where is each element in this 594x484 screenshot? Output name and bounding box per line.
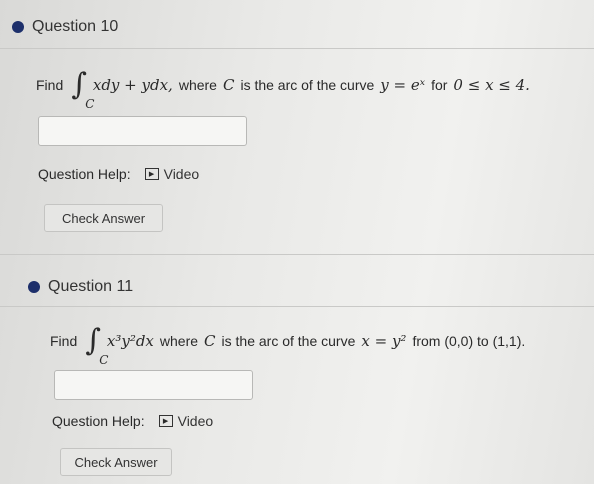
question-help-label: Question Help: <box>52 413 145 429</box>
curve-equation: x = y² <box>361 332 407 350</box>
prompt-text: for <box>431 77 448 93</box>
integral-symbol: ∫ C <box>85 323 109 367</box>
prompt-text: where <box>159 333 199 349</box>
integral-symbol: ∫ C <box>71 67 95 111</box>
curve-variable: C <box>204 332 216 350</box>
question-bullet-icon <box>12 21 24 33</box>
prompt-text: from (0,0) to (1,1). <box>412 333 526 349</box>
question-help: Question Help: ▶ Video <box>38 166 199 182</box>
question-title: Question 11 <box>48 278 134 295</box>
answer-input[interactable] <box>54 370 253 400</box>
integral-subscript: C <box>99 353 109 367</box>
prompt-text: is the arc of the curve <box>221 333 356 349</box>
video-link[interactable]: Video <box>164 166 200 182</box>
parameter-range: 0 ≤ x ≤ 4. <box>453 76 530 94</box>
prompt-text: where <box>178 77 217 93</box>
video-icon[interactable]: ▶ <box>158 415 173 427</box>
divider <box>0 306 594 307</box>
video-icon[interactable]: ▶ <box>144 168 159 180</box>
question-11-prompt: Find ∫ C x³y²dx where C is the arc of the… <box>48 323 527 367</box>
video-link[interactable]: Video <box>178 413 214 429</box>
divider <box>0 48 594 49</box>
question-bullet-icon <box>28 281 40 293</box>
curve-equation: y = eˣ <box>380 76 426 94</box>
check-answer-button[interactable]: Check Answer <box>60 448 172 476</box>
question-title: Question 10 <box>32 18 119 35</box>
integrand: xdy + ydx, <box>92 76 173 94</box>
question-11-header: Question 11 <box>28 278 133 296</box>
find-label: Find <box>36 77 64 93</box>
integrand: x³y²dx <box>106 332 154 350</box>
find-label: Find <box>50 333 78 349</box>
question-10-header: Question 10 <box>12 18 118 36</box>
question-help: Question Help: ▶ Video <box>52 413 213 429</box>
integral-subscript: C <box>85 97 95 111</box>
answer-input[interactable] <box>38 116 247 146</box>
question-10-prompt: Find ∫ C xdy + ydx, where C is the arc of… <box>34 67 534 111</box>
curve-variable: C <box>222 76 235 94</box>
prompt-text: is the arc of the curve <box>240 77 375 93</box>
divider <box>0 254 594 255</box>
question-help-label: Question Help: <box>38 166 131 182</box>
check-answer-button[interactable]: Check Answer <box>44 204 163 232</box>
